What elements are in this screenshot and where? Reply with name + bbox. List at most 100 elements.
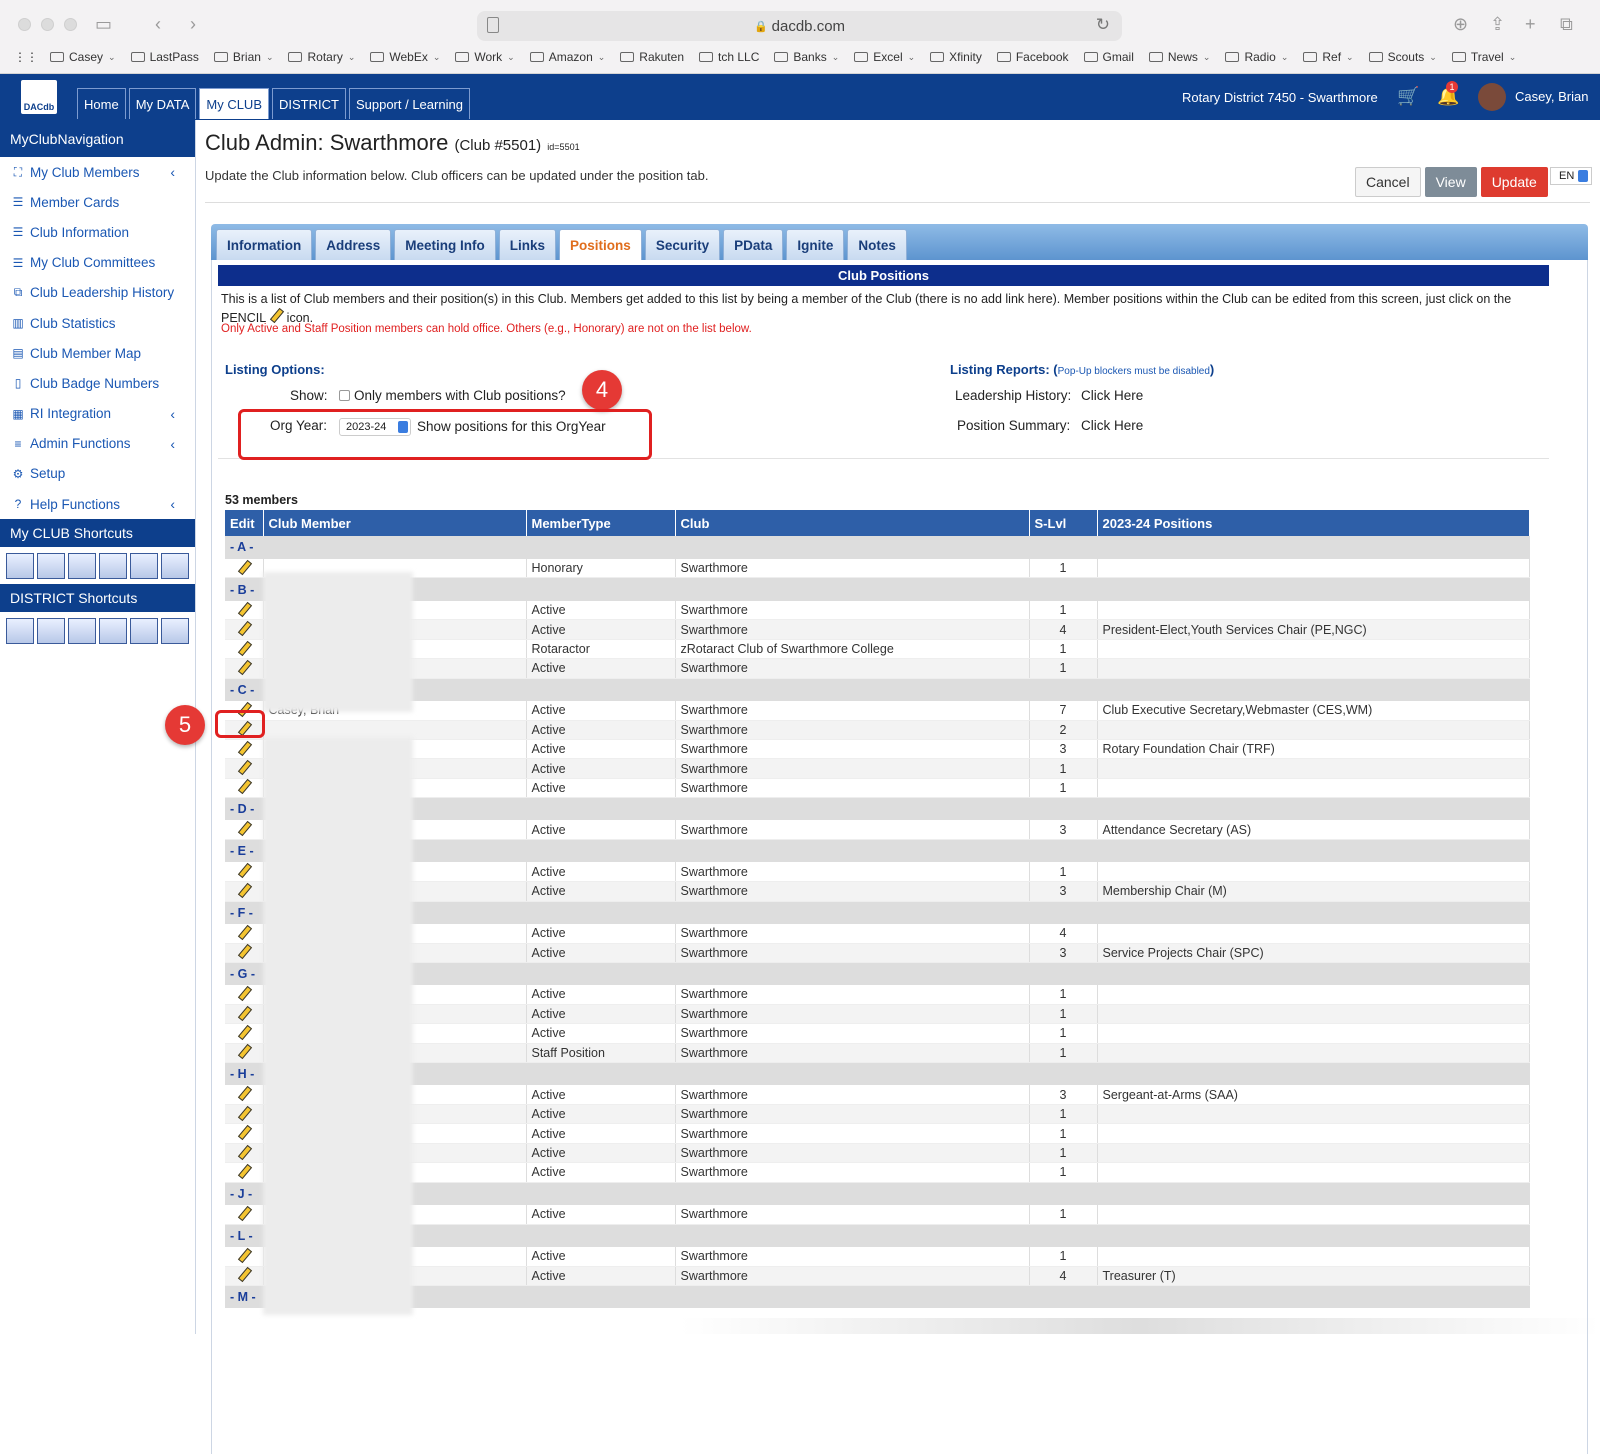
pencil-icon[interactable]: [237, 863, 251, 877]
dacdb-logo[interactable]: DACdb: [21, 80, 57, 114]
sidebar-item-club-badge-numbers[interactable]: ▯ Club Badge Numbers: [0, 368, 195, 398]
cancel-button[interactable]: Cancel: [1355, 167, 1421, 197]
user-name[interactable]: Casey, Brian: [1515, 89, 1588, 104]
tab-meeting-info[interactable]: Meeting Info: [394, 229, 496, 260]
bookmark-16[interactable]: Ref ⌄: [1303, 50, 1354, 64]
tab-pdata[interactable]: PData: [723, 229, 784, 260]
bookmark-0[interactable]: Casey ⌄: [50, 50, 116, 64]
nav-tab-my-club[interactable]: My CLUB: [199, 88, 269, 119]
district-shortcut-1-icon[interactable]: [6, 618, 34, 645]
pencil-icon[interactable]: [237, 986, 251, 1000]
bookmark-10[interactable]: Excel ⌄: [854, 50, 915, 64]
address-bar[interactable]: 🔒 dacdb.com ↻: [477, 11, 1122, 41]
district-shortcut-2-icon[interactable]: [37, 618, 65, 645]
sidebar-item-setup[interactable]: ⚙ Setup: [0, 459, 195, 489]
club-shortcut-2-icon[interactable]: [37, 553, 65, 580]
tabs-overview-icon[interactable]: ⧉: [1560, 14, 1573, 35]
club-shortcut-6-icon[interactable]: [161, 553, 189, 580]
pencil-icon[interactable]: [237, 1248, 251, 1262]
pencil-icon[interactable]: [237, 779, 251, 793]
tab-ignite[interactable]: Ignite: [786, 229, 845, 260]
sidebar-item-my-club-committees[interactable]: ☰ My Club Committees: [0, 248, 195, 278]
pencil-icon[interactable]: [237, 944, 251, 958]
pencil-icon[interactable]: [237, 660, 251, 674]
update-button[interactable]: Update: [1480, 167, 1548, 197]
pencil-icon[interactable]: [237, 1044, 251, 1058]
tab-address[interactable]: Address: [315, 229, 392, 260]
language-select[interactable]: EN: [1550, 167, 1592, 185]
sidebar-item-club-leadership-history[interactable]: ⧉ Club Leadership History: [0, 278, 195, 308]
new-tab-icon[interactable]: +: [1525, 14, 1536, 35]
pencil-icon[interactable]: [237, 1106, 251, 1120]
pencil-icon[interactable]: [237, 560, 251, 574]
district-shortcut-4-icon[interactable]: [99, 618, 127, 645]
sidebar-item-admin-functions[interactable]: ≡ Admin Functions ‹: [0, 429, 195, 459]
bookmark-14[interactable]: News ⌄: [1148, 50, 1210, 64]
sidebar-item-club-information[interactable]: ☰ Club Information: [0, 217, 195, 247]
club-shortcut-3-icon[interactable]: [68, 553, 96, 580]
bookmark-15[interactable]: Radio ⌄: [1225, 50, 1288, 64]
forward-icon[interactable]: ›: [190, 14, 196, 35]
pencil-icon[interactable]: [237, 621, 251, 635]
sidebar-item-ri-integration[interactable]: ▦ RI Integration ‹: [0, 399, 195, 429]
bookmark-3[interactable]: Rotary ⌄: [288, 50, 355, 64]
reload-icon[interactable]: ↻: [1096, 15, 1110, 35]
sidebar-item-member-cards[interactable]: ☰ Member Cards: [0, 187, 195, 217]
position-summary-link[interactable]: Click Here: [1081, 418, 1143, 433]
district-shortcut-5-icon[interactable]: [130, 618, 158, 645]
bookmark-6[interactable]: Amazon ⌄: [529, 50, 605, 64]
tab-links[interactable]: Links: [498, 229, 557, 260]
pencil-icon[interactable]: [237, 1125, 251, 1139]
pencil-icon[interactable]: [237, 760, 251, 774]
sidebar-item-my-club-members[interactable]: ⛶ My Club Members ‹: [0, 157, 195, 187]
avatar[interactable]: [1478, 83, 1506, 111]
nav-tab-district[interactable]: DISTRICT: [272, 88, 346, 119]
tab-information[interactable]: Information: [216, 229, 313, 260]
sidebar-item-club-statistics[interactable]: ▥ Club Statistics: [0, 308, 195, 338]
pencil-icon[interactable]: [237, 1025, 251, 1039]
bookmark-5[interactable]: Work ⌄: [455, 50, 515, 64]
pencil-icon[interactable]: [237, 641, 251, 655]
pencil-icon[interactable]: [237, 741, 251, 755]
bookmark-4[interactable]: WebEx ⌄: [370, 50, 440, 64]
club-shortcut-5-icon[interactable]: [130, 553, 158, 580]
tab-security[interactable]: Security: [644, 229, 721, 260]
cart-icon[interactable]: 🛒: [1397, 86, 1419, 107]
pencil-icon[interactable]: [237, 883, 251, 897]
bookmark-9[interactable]: Banks ⌄: [774, 50, 839, 64]
pencil-icon[interactable]: [237, 1164, 251, 1178]
club-positions-checkbox[interactable]: [339, 390, 350, 401]
tab-notes[interactable]: Notes: [847, 229, 907, 260]
sidebar-item-help-functions[interactable]: ? Help Functions ‹: [0, 489, 195, 519]
bookmark-7[interactable]: Rakuten: [620, 50, 684, 64]
bookmark-1[interactable]: LastPass: [130, 50, 199, 64]
district-shortcut-6-icon[interactable]: [161, 618, 189, 645]
pencil-icon[interactable]: [237, 1145, 251, 1159]
sidebar-toggle-icon[interactable]: ▭: [95, 14, 112, 35]
nav-tab-home[interactable]: Home: [77, 88, 126, 119]
leadership-history-link[interactable]: Click Here: [1081, 388, 1143, 403]
download-icon[interactable]: ⊕: [1453, 14, 1468, 35]
pencil-icon[interactable]: [237, 602, 251, 616]
pencil-icon[interactable]: [237, 1006, 251, 1020]
bookmark-2[interactable]: Brian ⌄: [213, 50, 273, 64]
window-controls[interactable]: [18, 18, 77, 31]
apps-grid-icon[interactable]: ⋮⋮: [14, 50, 38, 64]
bookmark-8[interactable]: tch LLC: [699, 50, 759, 64]
pencil-icon[interactable]: [237, 1267, 251, 1281]
pencil-icon[interactable]: [237, 925, 251, 939]
bookmark-12[interactable]: Facebook: [996, 50, 1069, 64]
view-button[interactable]: View: [1424, 167, 1477, 197]
district-shortcut-3-icon[interactable]: [68, 618, 96, 645]
nav-tab-my-data[interactable]: My DATA: [128, 88, 197, 119]
pencil-icon[interactable]: [237, 1206, 251, 1220]
club-shortcut-4-icon[interactable]: [99, 553, 127, 580]
bookmark-17[interactable]: Scouts ⌄: [1368, 50, 1437, 64]
sidebar-item-club-member-map[interactable]: ▤ Club Member Map: [0, 338, 195, 368]
pencil-icon[interactable]: [237, 1086, 251, 1100]
back-icon[interactable]: ‹: [155, 14, 161, 35]
pencil-icon[interactable]: [237, 821, 251, 835]
club-shortcut-1-icon[interactable]: [6, 553, 34, 580]
share-icon[interactable]: ⇪: [1490, 14, 1505, 35]
tab-positions[interactable]: Positions: [559, 229, 642, 260]
